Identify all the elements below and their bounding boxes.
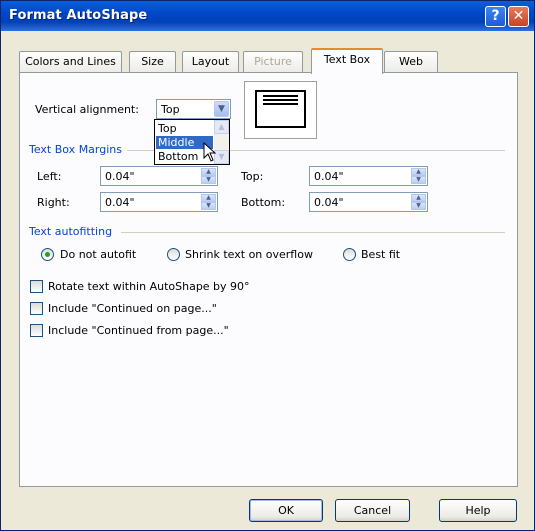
preview-text-line: [263, 99, 298, 101]
continued-from-page-label[interactable]: Include "Continued from page...": [48, 324, 229, 337]
spin-down-icon[interactable]: ▼: [201, 176, 216, 184]
continued-on-page-checkbox[interactable]: [30, 302, 43, 315]
title-bar[interactable]: Format AutoShape ? ✕: [1, 1, 534, 31]
tab-colors-and-lines[interactable]: Colors and Lines: [19, 51, 122, 73]
spin-up-icon[interactable]: ▲: [411, 194, 426, 202]
option-top[interactable]: Top: [156, 122, 213, 135]
spin-down-icon[interactable]: ▼: [201, 202, 216, 210]
preview-text-line: [263, 95, 298, 97]
autofit-divider: [121, 232, 505, 233]
tab-layout[interactable]: Layout: [182, 51, 239, 73]
chevron-down-icon[interactable]: ▼: [214, 101, 229, 117]
tab-text-box[interactable]: Text Box: [311, 48, 383, 74]
left-margin-input[interactable]: 0.04" ▲ ▼: [100, 166, 218, 186]
vertical-alignment-listbox[interactable]: Top Middle Bottom ▲ ▼: [154, 119, 230, 165]
do-not-autofit-radio[interactable]: [41, 248, 54, 261]
radio-selected-dot: [45, 252, 50, 257]
top-margin-spinner[interactable]: ▲ ▼: [411, 168, 426, 184]
do-not-autofit-label[interactable]: Do not autofit: [60, 248, 136, 261]
format-autoshape-dialog: Format AutoShape ? ✕ Colors and Lines Si…: [0, 0, 535, 531]
help-title-button[interactable]: ?: [485, 6, 506, 27]
preview-box-icon: [255, 90, 306, 128]
vertical-alignment-label: Vertical alignment:: [35, 103, 139, 116]
shrink-text-label[interactable]: Shrink text on overflow: [185, 248, 313, 261]
left-margin-label: Left:: [37, 170, 62, 183]
rotate-text-label[interactable]: Rotate text within AutoShape by 90°: [48, 280, 250, 293]
vertical-alignment-value: Top: [161, 103, 180, 116]
best-fit-label[interactable]: Best fit: [361, 248, 400, 261]
tab-size[interactable]: Size: [129, 51, 176, 73]
rotate-text-checkbox[interactable]: [30, 280, 43, 293]
help-button[interactable]: Help: [439, 499, 517, 522]
close-title-button[interactable]: ✕: [508, 6, 529, 27]
top-margin-input[interactable]: 0.04" ▲ ▼: [309, 166, 428, 186]
right-margin-label: Right:: [37, 196, 70, 209]
continued-on-page-label[interactable]: Include "Continued on page...": [48, 302, 217, 315]
spin-down-icon[interactable]: ▼: [411, 176, 426, 184]
left-margin-spinner[interactable]: ▲ ▼: [201, 168, 216, 184]
left-margin-value: 0.04": [105, 170, 135, 183]
bottom-margin-value: 0.04": [314, 196, 344, 209]
right-margin-input[interactable]: 0.04" ▲ ▼: [100, 192, 218, 212]
top-margin-value: 0.04": [314, 170, 344, 183]
right-margin-value: 0.04": [105, 196, 135, 209]
continued-from-page-checkbox[interactable]: [30, 324, 43, 337]
best-fit-radio[interactable]: [343, 248, 356, 261]
bottom-margin-label: Bottom:: [241, 196, 286, 209]
vertical-alignment-dropdown[interactable]: Top ▼: [156, 99, 231, 119]
cancel-button[interactable]: Cancel: [335, 499, 410, 522]
spin-down-icon[interactable]: ▼: [411, 202, 426, 210]
alignment-preview: [244, 81, 317, 139]
window-title: Format AutoShape: [9, 8, 148, 23]
bottom-margin-spinner[interactable]: ▲ ▼: [411, 194, 426, 210]
right-margin-spinner[interactable]: ▲ ▼: [201, 194, 216, 210]
spin-up-icon[interactable]: ▲: [201, 194, 216, 202]
spin-up-icon[interactable]: ▲: [411, 168, 426, 176]
scroll-up-icon[interactable]: ▲: [214, 120, 229, 134]
tab-picture: Picture: [243, 51, 303, 73]
ok-button[interactable]: OK: [249, 499, 323, 522]
top-margin-label: Top:: [241, 170, 264, 183]
shrink-text-radio[interactable]: [167, 248, 180, 261]
margins-group-title: Text Box Margins: [29, 143, 122, 156]
spin-up-icon[interactable]: ▲: [201, 168, 216, 176]
mouse-pointer-icon: [203, 142, 217, 162]
tab-web[interactable]: Web: [384, 51, 438, 73]
preview-text-line: [263, 103, 298, 105]
autofit-group-title: Text autofitting: [29, 225, 113, 238]
bottom-margin-input[interactable]: 0.04" ▲ ▼: [309, 192, 428, 212]
